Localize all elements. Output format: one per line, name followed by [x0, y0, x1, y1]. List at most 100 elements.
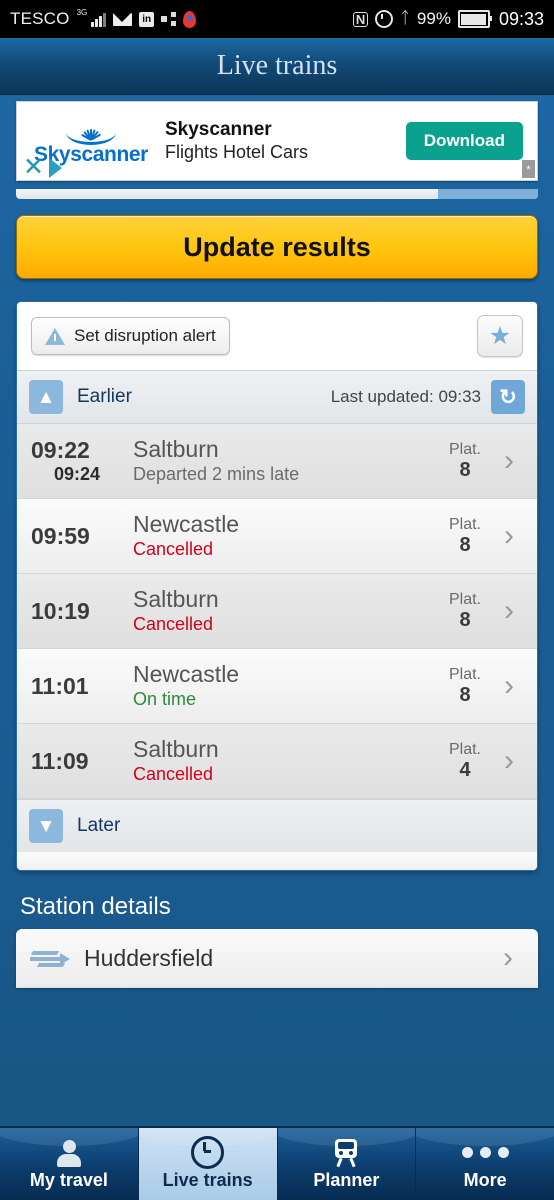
tab-more-label: More: [463, 1169, 507, 1190]
person-icon: [56, 1138, 82, 1168]
page-title: Live trains: [216, 50, 338, 81]
battery-percent-label: 99%: [416, 9, 451, 28]
later-label: Later: [77, 815, 121, 836]
destination-label: Saltburn: [133, 736, 219, 762]
platform-number: 8: [459, 534, 471, 556]
platform-number: 4: [459, 759, 471, 781]
table-row[interactable]: 09:22 09:24 Saltburn Departed 2 mins lat…: [17, 424, 537, 499]
bluetooth-icon: ᛏ: [400, 10, 410, 27]
last-updated-group: Last updated: 09:33 ↻: [331, 380, 525, 414]
live-departures-card: Set disruption alert ★ ▲ Earlier Last up…: [16, 301, 538, 871]
row-destination: Saltburn Departed 2 mins late: [123, 436, 437, 486]
adchoices-icon[interactable]: [49, 158, 62, 178]
platform-block: Plat. 8: [437, 665, 493, 707]
close-icon[interactable]: ✕: [23, 155, 44, 180]
set-disruption-alert-button[interactable]: Set disruption alert: [31, 317, 230, 355]
destination-label: Saltburn: [133, 586, 219, 612]
sync-icon: [161, 12, 177, 26]
row-times: 11:09: [31, 748, 123, 774]
row-times: 09:59: [31, 523, 123, 549]
expected-time: 09:24: [53, 464, 101, 484]
ad-container: Skyscanner Skyscanner Flights Hotel Cars…: [0, 95, 554, 181]
more-dots-icon: [461, 1138, 509, 1168]
ad-headline: Skyscanner: [165, 119, 272, 140]
ad-download-button[interactable]: Download: [405, 122, 523, 160]
table-row[interactable]: 10:19 Saltburn Cancelled Plat. 8 ›: [17, 574, 537, 649]
tab-live-trains-label: Live trains: [162, 1169, 253, 1190]
table-row[interactable]: 11:01 Newcastle On time Plat. 8 ›: [17, 649, 537, 724]
linkedin-icon: in: [139, 11, 155, 27]
maps-pin-icon: [183, 10, 197, 28]
favourite-button[interactable]: ★: [477, 315, 523, 357]
platform-caption: Plat.: [448, 741, 481, 758]
scheduled-time: 11:09: [31, 748, 89, 774]
ad-info-marker[interactable]: *: [522, 160, 535, 178]
update-results-label: Update results: [183, 231, 371, 262]
tab-my-travel-label: My travel: [29, 1169, 108, 1190]
refresh-icon[interactable]: ↻: [491, 380, 525, 414]
tab-my-travel[interactable]: My travel: [0, 1128, 139, 1200]
station-row[interactable]: Huddersfield ›: [16, 929, 538, 988]
skyscanner-ad[interactable]: Skyscanner Skyscanner Flights Hotel Cars…: [16, 101, 538, 181]
status-clock: 09:33: [498, 8, 544, 29]
app-root: TESCO 3G in N ᛏ 99% 09:33 Live trains Sk…: [0, 0, 554, 1200]
platform-caption: Plat.: [448, 666, 481, 683]
row-destination: Saltburn Cancelled: [123, 586, 437, 636]
chevron-right-icon[interactable]: ›: [492, 943, 524, 973]
later-control[interactable]: ▼ Later: [29, 809, 120, 843]
status-label: On time: [133, 689, 197, 709]
clock-icon: [191, 1136, 225, 1169]
bottom-tab-bar: My travel Live trains Planner More: [0, 1126, 554, 1200]
platform-number: 8: [459, 459, 471, 481]
status-bar-left: TESCO 3G in: [10, 9, 197, 29]
chevron-right-icon[interactable]: ›: [493, 671, 525, 701]
arrow-down-icon[interactable]: ▼: [29, 809, 63, 843]
tab-live-trains[interactable]: Live trains: [138, 1128, 278, 1200]
scheduled-time: 09:22: [31, 437, 90, 463]
alarm-icon: [375, 10, 394, 28]
table-row[interactable]: 09:59 Newcastle Cancelled Plat. 8 ›: [17, 499, 537, 574]
row-destination: Newcastle On time: [123, 661, 437, 711]
tab-more[interactable]: More: [416, 1128, 554, 1200]
station-name-label: Huddersfield: [84, 944, 214, 971]
earlier-control[interactable]: ▲ Earlier: [29, 380, 132, 414]
national-rail-icon: [30, 947, 70, 969]
destination-label: Newcastle: [133, 661, 240, 687]
carrier-label: TESCO: [10, 9, 70, 28]
tab-planner[interactable]: Planner: [277, 1128, 417, 1200]
arrow-up-icon[interactable]: ▲: [29, 380, 63, 414]
status-label: Departed 2 mins late: [133, 464, 300, 484]
mail-icon: [113, 12, 133, 26]
warning-triangle-icon: [45, 327, 65, 345]
platform-block: Plat. 8: [437, 515, 493, 557]
set-disruption-alert-label: Set disruption alert: [74, 326, 216, 345]
sunburst-icon: [62, 120, 120, 145]
destination-label: Newcastle: [133, 511, 240, 537]
app-header: Live trains: [0, 38, 554, 95]
status-label: Cancelled: [133, 539, 214, 559]
destination-label: Saltburn: [133, 436, 219, 462]
station-details-heading: Station details: [20, 893, 171, 920]
table-row[interactable]: 11:09 Saltburn Cancelled Plat. 4 ›: [17, 724, 537, 799]
train-icon: [333, 1138, 359, 1168]
update-results-button[interactable]: Update results: [16, 215, 538, 279]
card-toolbar: Set disruption alert ★: [17, 302, 537, 370]
platform-block: Plat. 4: [437, 740, 493, 782]
star-icon: ★: [488, 321, 512, 350]
battery-icon: [457, 10, 492, 28]
tab-planner-label: Planner: [313, 1169, 380, 1190]
status-bar: TESCO 3G in N ᛏ 99% 09:33: [0, 0, 554, 38]
chevron-right-icon[interactable]: ›: [493, 446, 525, 476]
nfc-icon: N: [352, 11, 369, 27]
later-bar: ▼ Later: [17, 799, 537, 852]
chevron-right-icon[interactable]: ›: [493, 596, 525, 626]
ad-subtext: Flights Hotel Cars: [165, 142, 309, 162]
row-times: 09:22 09:24: [31, 437, 123, 485]
signal-bars-icon: [91, 12, 107, 27]
platform-block: Plat. 8: [437, 440, 493, 482]
chevron-right-icon[interactable]: ›: [493, 521, 525, 551]
earlier-label: Earlier: [77, 386, 132, 407]
status-label: Cancelled: [133, 764, 214, 784]
chevron-right-icon[interactable]: ›: [493, 746, 525, 776]
platform-number: 8: [459, 609, 471, 631]
